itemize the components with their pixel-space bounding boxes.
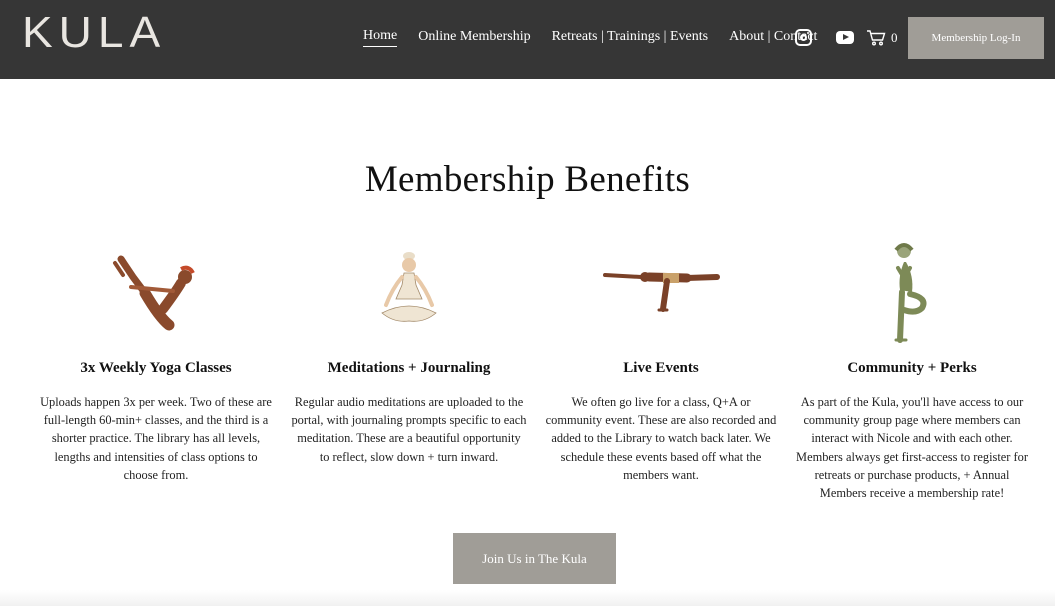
warrior-three-illustration	[543, 236, 779, 348]
tree-pose-illustration	[794, 236, 1030, 348]
benefit-card: 3x Weekly Yoga Classes Uploads happen 3x…	[38, 236, 274, 484]
nav-online-membership[interactable]: Online Membership	[418, 29, 530, 47]
nav-home[interactable]: Home	[363, 28, 398, 47]
benefit-card: Live Events We often go live for a class…	[543, 236, 779, 484]
benefit-text: Uploads happen 3x per week. Two of these…	[40, 395, 272, 482]
benefit-text: As part of the Kula, you'll have access …	[796, 395, 1028, 501]
main-nav: Home Online Membership Retreats | Traini…	[363, 28, 838, 47]
cart-link[interactable]: 0	[866, 29, 898, 46]
logo[interactable]: KULA	[22, 6, 166, 57]
instagram-icon[interactable]	[795, 29, 812, 46]
join-kula-button[interactable]: Join Us in The Kula	[453, 533, 616, 584]
boat-pose-illustration	[38, 236, 274, 348]
benefit-heading: Community + Perks	[847, 360, 977, 376]
benefit-card: Community + Perks As part of the Kula, y…	[794, 236, 1030, 502]
benefit-text: We often go live for a class, Q+A or com…	[545, 395, 777, 482]
page-title: Membership Benefits	[364, 159, 691, 200]
membership-login-button[interactable]: Membership Log-In	[908, 17, 1044, 59]
nav-retreats-trainings-events[interactable]: Retreats | Trainings | Events	[552, 29, 709, 47]
benefit-heading: Meditations + Journaling	[327, 360, 491, 376]
youtube-icon[interactable]	[836, 31, 854, 44]
benefit-heading: Live Events	[623, 360, 699, 376]
benefit-text: Regular audio meditations are uploaded t…	[291, 395, 527, 464]
site-header: KULA Home Online Membership Retreats | T…	[0, 0, 1055, 79]
page-bottom-edge	[0, 590, 1055, 606]
benefit-card: Meditations + Journaling Regular audio m…	[291, 236, 527, 466]
benefit-heading: 3x Weekly Yoga Classes	[80, 360, 232, 376]
cart-count: 0	[891, 29, 898, 45]
meditation-illustration	[291, 236, 527, 348]
cart-icon	[867, 30, 886, 46]
